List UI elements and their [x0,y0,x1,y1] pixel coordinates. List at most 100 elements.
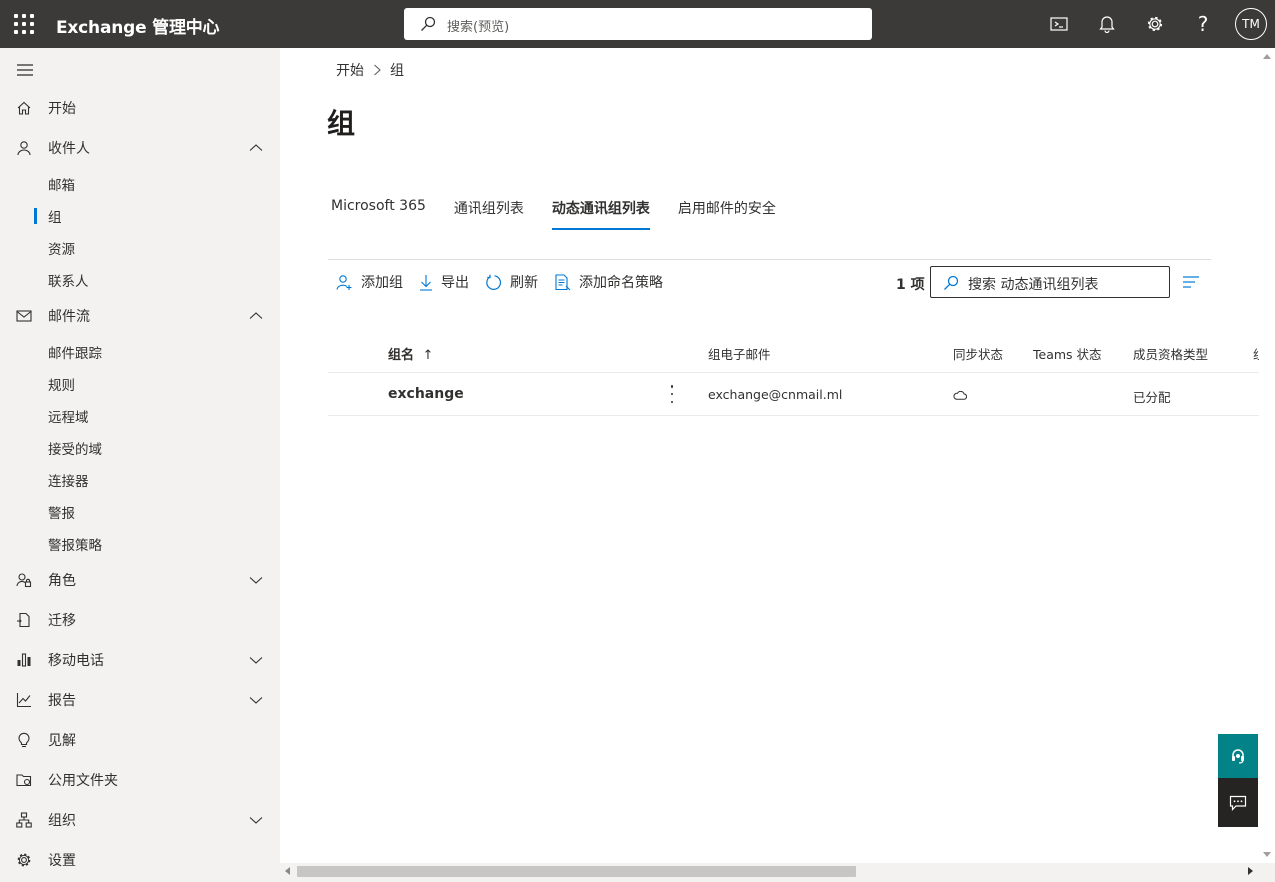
help-support-button[interactable] [1218,734,1258,778]
scroll-down-arrow-icon[interactable] [1263,852,1271,857]
search-icon [421,16,436,31]
sidebar-item-mailboxes[interactable]: 邮箱 [0,168,280,200]
chevron-down-icon [249,657,263,664]
lightbulb-icon [18,732,30,748]
page-title: 组 [327,107,356,140]
sidebar-item-label: 组 [48,210,62,226]
help-icon[interactable]: ? [1191,12,1215,36]
add-naming-policy-label: 添加命名策略 [579,275,663,291]
sidebar-item-settings[interactable]: 设置 [0,840,280,880]
add-naming-policy-button[interactable]: 添加命名策略 [554,272,663,292]
home-icon [17,101,31,115]
sidebar-item-label: 角色 [48,573,76,589]
sidebar-item-connectors[interactable]: 连接器 [0,464,280,496]
sidebar-item-insights[interactable]: 见解 [0,720,280,760]
feedback-button[interactable] [1218,778,1258,827]
tab-dynamic-distribution-list[interactable]: 动态通讯组列表 [551,198,650,230]
sidebar-item-groups[interactable]: 组 [0,200,280,232]
public-folder-icon [16,774,32,787]
column-header-membership-type[interactable]: 成员资格类型 [1133,344,1208,363]
sidebar-item-label: 开始 [48,101,76,117]
sidebar-item-label: 移动电话 [48,653,104,669]
global-search-input[interactable]: 搜索(预览) [404,8,872,40]
sidebar-item-label: 公用文件夹 [48,773,118,789]
list-search-value: 搜索 动态通讯组列表 [968,277,1099,293]
chat-feedback-icon [1229,795,1247,811]
tab-microsoft-365[interactable]: Microsoft 365 [331,198,426,230]
sidebar-item-public-folders[interactable]: 公用文件夹 [0,760,280,800]
terminal-icon[interactable] [1047,12,1071,36]
sidebar-item-contacts[interactable]: 联系人 [0,264,280,296]
sidebar-item-label: 远程域 [48,410,89,426]
sidebar-item-resources[interactable]: 资源 [0,232,280,264]
divider [328,259,1211,260]
chevron-up-icon [249,312,263,319]
sidebar-item-accepted-domains[interactable]: 接受的域 [0,432,280,464]
more-options-icon[interactable] [669,385,675,403]
column-header-group-name[interactable]: 组名 ↑ [388,344,433,363]
sidebar-item-recipients[interactable]: 收件人 [0,128,280,168]
app-launcher-icon[interactable] [14,14,34,34]
scrollbar-thumb[interactable] [297,866,856,877]
migration-icon [17,612,30,628]
sidebar-item-label: 连接器 [48,474,89,490]
sidebar-item-label: 资源 [48,242,75,258]
top-bar: Exchange 管理中心 搜索(预览) ? TM [0,0,1275,48]
bell-icon[interactable] [1095,12,1119,36]
scroll-left-arrow-icon[interactable] [285,867,290,875]
headset-icon [1232,749,1244,764]
cell-group-name[interactable]: exchange [388,386,464,402]
avatar[interactable]: TM [1235,8,1267,40]
mail-icon [16,310,32,322]
table-row[interactable]: exchange exchange@cnmail.ml 已分配 [328,372,1259,416]
refresh-label: 刷新 [510,275,538,291]
hamburger-menu-icon[interactable] [16,62,34,81]
breadcrumb-home-link[interactable]: 开始 [336,60,364,80]
gear-icon[interactable] [1143,12,1167,36]
sidebar-item-rules[interactable]: 规则 [0,368,280,400]
sidebar-item-mobile[interactable]: 移动电话 [0,640,280,680]
search-icon [944,275,959,290]
list-search-input[interactable]: 搜索 动态通讯组列表 [930,266,1170,298]
sidebar-item-alert-policies[interactable]: 警报策略 [0,528,280,560]
column-header-teams-status[interactable]: Teams 状态 [1033,344,1102,363]
add-group-button[interactable]: 添加组 [336,272,403,292]
sidebar-item-mail-flow[interactable]: 邮件流 [0,296,280,336]
add-person-icon [336,274,352,290]
sidebar-item-migration[interactable]: 迁移 [0,600,280,640]
person-icon [17,141,31,156]
mobile-icon [17,653,31,667]
sidebar: 开始 收件人 邮箱 组 资源 联系人 邮件流 邮件跟踪 规则 远程域 接受的域 … [0,48,280,882]
app-title[interactable]: Exchange 管理中心 [56,13,220,38]
vertical-scrollbar[interactable] [1259,48,1275,863]
sidebar-item-message-trace[interactable]: 邮件跟踪 [0,336,280,368]
chevron-down-icon [249,817,263,824]
export-label: 导出 [441,275,469,291]
sidebar-item-label: 规则 [48,378,75,394]
refresh-button[interactable]: 刷新 [485,272,538,292]
tab-distribution-list[interactable]: 通讯组列表 [454,198,524,230]
scroll-right-arrow-icon[interactable] [1248,867,1253,875]
scroll-up-arrow-icon[interactable] [1263,54,1271,59]
tab-mail-enabled-security[interactable]: 启用邮件的安全 [678,198,776,230]
main-content: 开始 组 组 Microsoft 365 通讯组列表 动态通讯组列表 启用邮件的… [280,48,1259,863]
column-header-sync-status[interactable]: 同步状态 [953,344,1003,363]
sidebar-item-home[interactable]: 开始 [0,88,280,128]
add-group-label: 添加组 [361,275,403,291]
sidebar-item-organization[interactable]: 组织 [0,800,280,840]
column-header-group-email[interactable]: 组电子邮件 [708,344,771,363]
download-icon [420,274,432,291]
sidebar-item-reports[interactable]: 报告 [0,680,280,720]
chevron-right-icon [374,64,381,76]
chevron-down-icon [249,697,263,704]
filter-icon[interactable] [1182,274,1200,293]
sidebar-item-roles[interactable]: 角色 [0,560,280,600]
sidebar-item-label: 邮件跟踪 [48,346,102,362]
document-policy-icon [555,273,571,290]
export-button[interactable]: 导出 [419,272,469,292]
sidebar-item-alerts[interactable]: 警报 [0,496,280,528]
table-header: 组名 ↑ 组电子邮件 同步状态 Teams 状态 成员资格类型 组 [328,334,1259,372]
sidebar-item-remote-domains[interactable]: 远程域 [0,400,280,432]
horizontal-scrollbar[interactable] [280,863,1259,880]
sidebar-item-label: 警报策略 [48,538,102,554]
